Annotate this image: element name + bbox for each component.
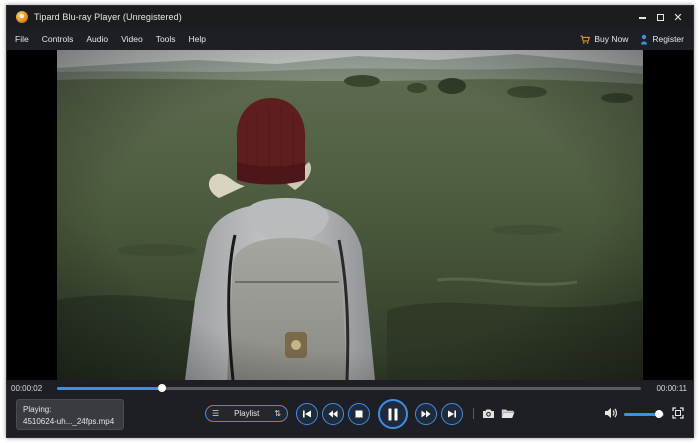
maximize-icon bbox=[656, 13, 664, 21]
menu-help[interactable]: Help bbox=[181, 34, 206, 44]
elapsed-time: 00:00:02 bbox=[11, 383, 43, 393]
rewind-button[interactable] bbox=[322, 403, 344, 425]
minimize-icon bbox=[638, 17, 646, 19]
rewind-icon bbox=[328, 410, 338, 418]
sort-list-icon: ⇅ bbox=[274, 409, 281, 418]
fullscreen-icon[interactable] bbox=[672, 407, 684, 419]
register-key-icon bbox=[641, 34, 648, 44]
maximize-button[interactable] bbox=[651, 8, 669, 26]
volume-icon[interactable] bbox=[604, 407, 618, 419]
menu-file[interactable]: File bbox=[7, 34, 29, 44]
fast-forward-button[interactable] bbox=[415, 403, 437, 425]
volume-fill bbox=[624, 413, 660, 416]
progress-row: 00:00:02 00:00:11 bbox=[7, 380, 693, 396]
close-icon: ✕ bbox=[673, 10, 683, 24]
app-logo-icon bbox=[16, 11, 28, 23]
stop-button[interactable] bbox=[348, 403, 370, 425]
volume-handle[interactable] bbox=[655, 410, 664, 418]
open-folder-button[interactable] bbox=[501, 406, 515, 420]
video-area[interactable] bbox=[7, 50, 693, 380]
control-bar: Playing: 4510624-uh..._24fps.mp4 ☰ Playl… bbox=[7, 396, 693, 437]
menu-video[interactable]: Video bbox=[113, 34, 143, 44]
register-button[interactable]: Register bbox=[640, 34, 684, 45]
menu-controls[interactable]: Controls bbox=[34, 34, 74, 44]
pause-button[interactable] bbox=[378, 399, 408, 429]
minimize-button[interactable] bbox=[633, 8, 651, 26]
stop-icon bbox=[355, 410, 363, 418]
next-button[interactable] bbox=[441, 403, 463, 425]
open-folder-icon bbox=[501, 409, 515, 418]
window-title: Tipard Blu-ray Player (Unregistered) bbox=[34, 12, 182, 22]
close-button[interactable]: ✕ bbox=[669, 8, 687, 26]
buy-now-label: Buy Now bbox=[594, 34, 629, 44]
menu-audio[interactable]: Audio bbox=[78, 34, 108, 44]
divider bbox=[473, 408, 474, 419]
volume-slider[interactable] bbox=[624, 410, 664, 418]
list-icon: ☰ bbox=[212, 409, 220, 418]
menu-bar: File Controls Audio Video Tools Help Buy… bbox=[7, 28, 693, 50]
now-playing-box: Playing: 4510624-uh..._24fps.mp4 bbox=[16, 399, 124, 430]
video-frame[interactable] bbox=[57, 50, 643, 380]
title-bar: Tipard Blu-ray Player (Unregistered) ✕ bbox=[7, 6, 693, 28]
fast-forward-icon bbox=[421, 410, 431, 418]
video-scene bbox=[57, 50, 643, 380]
snapshot-camera-icon bbox=[482, 409, 494, 418]
next-icon bbox=[448, 410, 456, 418]
playlist-button[interactable]: ☰ Playlist ⇅ bbox=[205, 405, 288, 422]
buy-now-button[interactable]: Buy Now bbox=[580, 34, 628, 44]
progress-bar[interactable] bbox=[57, 383, 641, 392]
previous-button[interactable] bbox=[296, 403, 318, 425]
now-playing-label: Playing: bbox=[23, 405, 52, 414]
window-controls: ✕ bbox=[633, 8, 687, 26]
previous-icon bbox=[303, 410, 311, 418]
register-label: Register bbox=[652, 34, 684, 44]
now-playing-filename: 4510624-uh..._24fps.mp4 bbox=[23, 417, 115, 426]
snapshot-button[interactable] bbox=[481, 406, 495, 420]
app-window: Tipard Blu-ray Player (Unregistered) ✕ F… bbox=[6, 5, 694, 438]
playlist-label: Playlist bbox=[234, 409, 260, 418]
cart-icon bbox=[580, 35, 591, 44]
pause-icon bbox=[388, 408, 398, 420]
progress-fill bbox=[57, 386, 163, 390]
progress-handle[interactable] bbox=[158, 383, 167, 392]
menu-tools[interactable]: Tools bbox=[148, 34, 176, 44]
total-time: 00:00:11 bbox=[656, 383, 687, 393]
